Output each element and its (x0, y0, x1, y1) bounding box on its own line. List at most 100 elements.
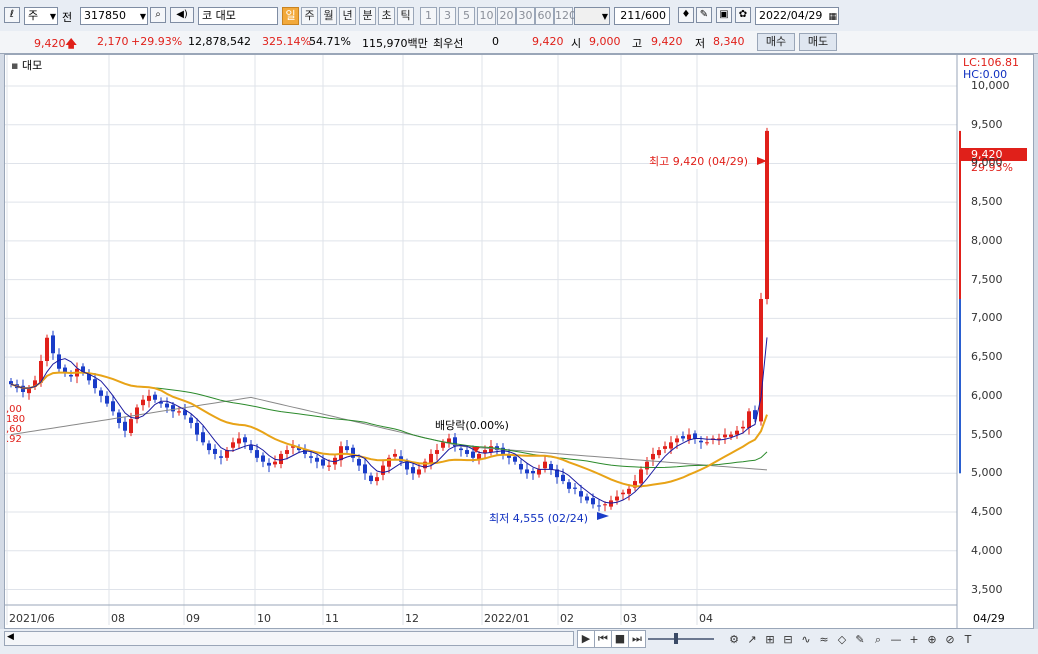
tool-grid-icon[interactable]: ⊞ (762, 632, 778, 648)
indicator-icon[interactable]: ✎ (696, 7, 712, 23)
search-icon[interactable]: ⌕ (150, 7, 166, 23)
ma5-line (10, 337, 768, 504)
candle-body (435, 450, 439, 454)
forward-button[interactable]: ⏭ (628, 630, 646, 648)
y-tick-label: 7,000 (971, 311, 1003, 325)
candle-body (669, 442, 673, 449)
candle-body (603, 504, 607, 506)
chart-area[interactable]: ▪ 대모 LC:106.81 HC:0.00 9,420 29.93% 최고 9… (4, 54, 1034, 629)
x-tick-label: 02 (560, 612, 574, 625)
candle-body (471, 451, 475, 458)
chart-type-icon[interactable]: ♦ (678, 7, 694, 23)
stock-name-field[interactable]: 코 대모 (198, 7, 278, 25)
candle-body (681, 436, 685, 439)
candle-body (591, 498, 595, 505)
tool-channel-icon[interactable]: ≈ (816, 632, 832, 648)
legend-marker-icon: ▪ (11, 59, 19, 72)
period-minute[interactable]: 분 (359, 7, 376, 25)
x-right-label: 04/29 (973, 612, 1005, 625)
stock-code-value: 317850 (84, 9, 126, 22)
toolbar: ℓ 주 ▼ 전 317850 ▼ ⌕ ◀) 코 대모 일 주 월 년 분 초 틱… (0, 0, 1038, 32)
period-tick[interactable]: 틱 (397, 7, 414, 25)
tool-diamond-icon[interactable]: ◇ (834, 632, 850, 648)
period-month[interactable]: 월 (320, 7, 337, 25)
interval-3[interactable]: 3 (439, 7, 456, 25)
candle-body (747, 411, 751, 428)
interval-10[interactable]: 10 (477, 7, 496, 25)
stop-button[interactable]: ■ (611, 630, 629, 648)
zoom-slider-handle[interactable] (674, 633, 678, 644)
y-tick-label: 10,000 (971, 78, 1010, 92)
low-price: 8,340 (713, 35, 745, 48)
period-week[interactable]: 주 (301, 7, 318, 25)
tool-box-icon[interactable]: ⊟ (780, 632, 796, 648)
interval-custom-select[interactable]: ▼ (574, 7, 610, 25)
candle-body (519, 464, 523, 470)
date-field[interactable]: 2022/04/29 ▦ (755, 7, 839, 25)
candle-body (147, 395, 151, 401)
market-select-value: 주 (28, 9, 39, 22)
sell-button[interactable]: 매도 (799, 33, 837, 51)
tool-pen-icon[interactable]: ✎ (852, 632, 868, 648)
interval-60[interactable]: 60 (535, 7, 554, 25)
x-tick-label: 09 (186, 612, 200, 625)
gear-icon[interactable]: ✿ (735, 7, 751, 23)
open-price: 9,000 (589, 35, 621, 48)
arrow-up-icon: 🡅 (65, 37, 77, 50)
candle-body (621, 492, 625, 495)
y-tick-label: 5,500 (971, 427, 1003, 441)
price-chart (5, 55, 961, 628)
candle-body (315, 457, 319, 462)
low-label: 저 (695, 37, 706, 50)
market-select[interactable]: 주 ▼ (24, 7, 58, 25)
candle-body (741, 426, 745, 429)
chart-settings-icon[interactable]: ℓ (4, 7, 20, 23)
tool-trend-icon[interactable]: ↗ (744, 632, 760, 648)
candle-body (345, 446, 349, 451)
period-day[interactable]: 일 (282, 7, 299, 25)
play-button[interactable]: ▶ (577, 630, 595, 648)
stock-code-input[interactable]: 317850 ▼ (80, 7, 148, 25)
tool-zoom-icon[interactable]: ⌕ (870, 632, 886, 648)
tool-line-icon[interactable]: — (888, 632, 904, 648)
interval-5[interactable]: 5 (458, 7, 475, 25)
interval-30[interactable]: 30 (516, 7, 535, 25)
candle-body (321, 459, 325, 466)
save-icon[interactable]: ▣ (716, 7, 732, 23)
candle-body (93, 379, 97, 389)
count-total: /600 (641, 9, 666, 22)
chart-legend: ▪ 대모 (11, 57, 43, 73)
low-annotation: 최저 4,555 (02/24) (489, 510, 589, 526)
scroll-left-icon[interactable]: ◀ (7, 632, 14, 642)
open-label: 시 (571, 37, 582, 50)
horizontal-scrollbar[interactable]: ◀ (4, 631, 574, 646)
tool-text-icon[interactable]: T (960, 632, 976, 648)
buy-button[interactable]: 매수 (757, 33, 795, 51)
candle-body (537, 469, 541, 475)
tool-add-icon[interactable]: ⊕ (924, 632, 940, 648)
interval-20[interactable]: 20 (497, 7, 516, 25)
candle-body (411, 467, 415, 474)
volume-ratio: 325.14% (262, 35, 311, 48)
tool-remove-icon[interactable]: ⊘ (942, 632, 958, 648)
legend-name: 대모 (21, 59, 43, 72)
rewind-button[interactable]: ⏮ (594, 630, 612, 648)
period-year[interactable]: 년 (339, 7, 356, 25)
period-second[interactable]: 초 (378, 7, 395, 25)
speaker-icon[interactable]: ◀) (170, 7, 194, 23)
zoom-slider[interactable] (648, 638, 714, 640)
candle-body (219, 456, 223, 458)
candle-body (165, 403, 169, 408)
interval-1[interactable]: 1 (420, 7, 437, 25)
candle-body (765, 130, 769, 300)
interval-120[interactable]: 120 (554, 7, 576, 25)
candle-body (393, 453, 397, 457)
tool-wave-icon[interactable]: ∿ (798, 632, 814, 648)
tool-settings-icon[interactable]: ⚙ (726, 632, 742, 648)
tool-cross-icon[interactable]: + (906, 632, 922, 648)
prev-label[interactable]: 전 (62, 9, 72, 25)
count-field[interactable]: 211/600 (614, 7, 670, 25)
candle-body (195, 422, 199, 435)
candle-body (651, 453, 655, 460)
candle-body (585, 496, 589, 501)
